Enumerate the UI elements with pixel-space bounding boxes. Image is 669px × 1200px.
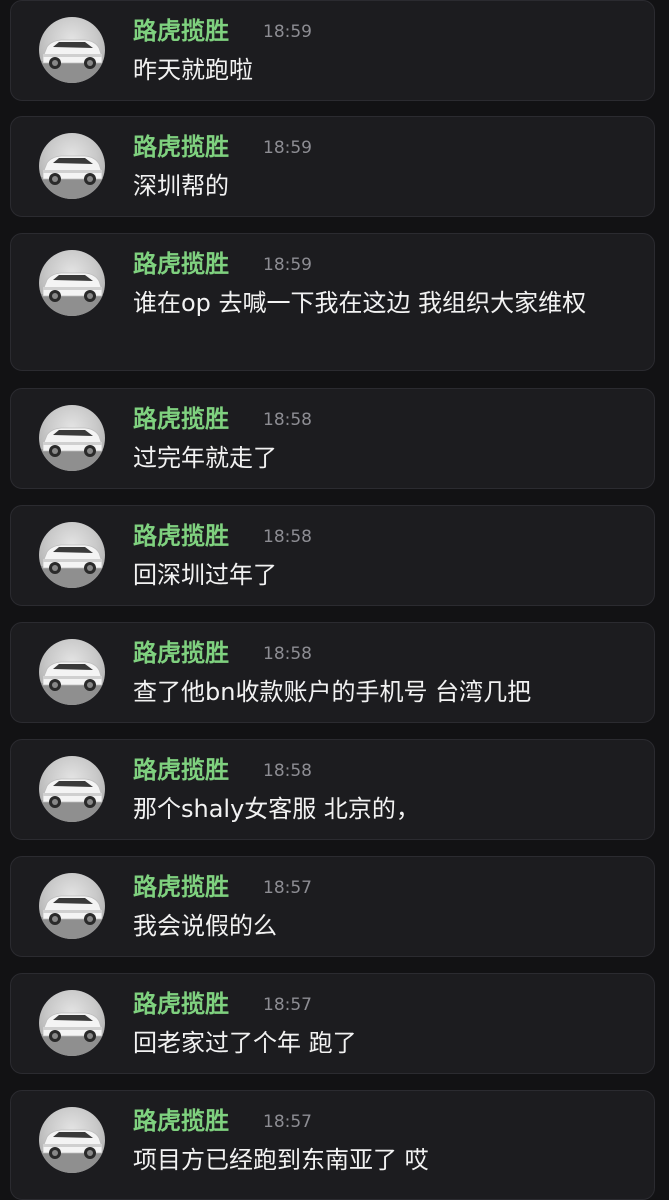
message-text: 回老家过了个年 跑了 bbox=[133, 1029, 357, 1057]
message-card[interactable]: 路虎揽胜 18:57 回老家过了个年 跑了 bbox=[10, 973, 655, 1074]
message-time: 18:57 bbox=[263, 995, 312, 1015]
avatar[interactable] bbox=[39, 873, 105, 939]
sender-name[interactable]: 路虎揽胜 bbox=[133, 1105, 229, 1137]
sender-name[interactable]: 路虎揽胜 bbox=[133, 754, 229, 786]
message-card[interactable]: 路虎揽胜 18:58 回深圳过年了 bbox=[10, 505, 655, 606]
white-suv-car-icon bbox=[39, 895, 105, 939]
avatar[interactable] bbox=[39, 1107, 105, 1173]
white-suv-car-icon bbox=[39, 544, 105, 588]
white-suv-car-icon bbox=[39, 1012, 105, 1056]
white-suv-car-icon bbox=[39, 1129, 105, 1173]
message-time: 18:57 bbox=[263, 878, 312, 898]
avatar[interactable] bbox=[39, 990, 105, 1056]
white-suv-car-icon bbox=[39, 661, 105, 705]
avatar[interactable] bbox=[39, 250, 105, 316]
message-card[interactable]: 路虎揽胜 18:59 谁在op 去喊一下我在这边 我组织大家维权 bbox=[10, 233, 655, 371]
avatar[interactable] bbox=[39, 17, 105, 83]
sender-name[interactable]: 路虎揽胜 bbox=[133, 871, 229, 903]
message-card[interactable]: 路虎揽胜 18:59 昨天就跑啦 bbox=[10, 0, 655, 101]
message-text: 过完年就走了 bbox=[133, 444, 277, 472]
message-card[interactable]: 路虎揽胜 18:57 项目方已经跑到东南亚了 哎 bbox=[10, 1090, 655, 1200]
white-suv-car-icon bbox=[39, 427, 105, 471]
sender-name[interactable]: 路虎揽胜 bbox=[133, 637, 229, 669]
message-time: 18:58 bbox=[263, 410, 312, 430]
message-time: 18:57 bbox=[263, 1112, 312, 1132]
avatar[interactable] bbox=[39, 133, 105, 199]
message-list[interactable]: 路虎揽胜 18:59 昨天就跑啦 路虎揽胜 18:59 深圳帮的 路虎揽胜 18:59 谁在op… bbox=[0, 0, 669, 1200]
avatar[interactable] bbox=[39, 405, 105, 471]
message-card[interactable]: 路虎揽胜 18:57 我会说假的么 bbox=[10, 856, 655, 957]
message-text: 我会说假的么 bbox=[133, 912, 277, 940]
sender-name[interactable]: 路虎揽胜 bbox=[133, 520, 229, 552]
message-card[interactable]: 路虎揽胜 18:58 过完年就走了 bbox=[10, 388, 655, 489]
sender-name[interactable]: 路虎揽胜 bbox=[133, 15, 229, 47]
message-text: 谁在op 去喊一下我在这边 我组织大家维权 bbox=[133, 289, 587, 317]
avatar[interactable] bbox=[39, 756, 105, 822]
sender-name[interactable]: 路虎揽胜 bbox=[133, 248, 229, 280]
message-time: 18:58 bbox=[263, 527, 312, 547]
avatar[interactable] bbox=[39, 522, 105, 588]
message-card[interactable]: 路虎揽胜 18:58 查了他bn收款账户的手机号 台湾几把 bbox=[10, 622, 655, 723]
message-time: 18:58 bbox=[263, 644, 312, 664]
white-suv-car-icon bbox=[39, 39, 105, 83]
message-time: 18:59 bbox=[263, 138, 312, 158]
white-suv-car-icon bbox=[39, 272, 105, 316]
message-text: 那个shaly女客服 北京的， bbox=[133, 795, 420, 823]
message-time: 18:59 bbox=[263, 255, 312, 275]
sender-name[interactable]: 路虎揽胜 bbox=[133, 131, 229, 163]
message-text: 项目方已经跑到东南亚了 哎 bbox=[133, 1146, 429, 1174]
message-text: 昨天就跑啦 bbox=[133, 56, 253, 84]
message-time: 18:59 bbox=[263, 22, 312, 42]
white-suv-car-icon bbox=[39, 155, 105, 199]
sender-name[interactable]: 路虎揽胜 bbox=[133, 988, 229, 1020]
avatar[interactable] bbox=[39, 639, 105, 705]
message-card[interactable]: 路虎揽胜 18:59 深圳帮的 bbox=[10, 116, 655, 217]
message-time: 18:58 bbox=[263, 761, 312, 781]
message-text: 回深圳过年了 bbox=[133, 561, 277, 589]
message-card[interactable]: 路虎揽胜 18:58 那个shaly女客服 北京的， bbox=[10, 739, 655, 840]
message-text: 查了他bn收款账户的手机号 台湾几把 bbox=[133, 678, 532, 706]
white-suv-car-icon bbox=[39, 778, 105, 822]
message-text: 深圳帮的 bbox=[133, 172, 229, 200]
sender-name[interactable]: 路虎揽胜 bbox=[133, 403, 229, 435]
